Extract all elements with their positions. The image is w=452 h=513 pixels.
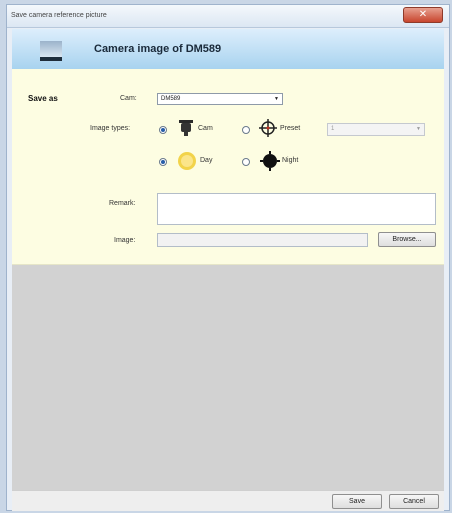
title-bar: Save camera reference picture ✕ [7, 5, 449, 28]
type-preset-label: Preset [280, 125, 301, 132]
image-path-field[interactable] [157, 233, 368, 247]
moon-icon [260, 151, 280, 171]
image-label: Image: [114, 237, 136, 244]
cam-select-value: DM589 [161, 96, 181, 102]
dialog-footer: Save Cancel [12, 490, 444, 511]
cam-select[interactable]: DM589 ▼ [157, 93, 283, 105]
preset-select-value: 1 [331, 126, 335, 132]
form-panel: Save as Cam: DM589 ▼ Image types: Cam Pr… [12, 69, 444, 265]
preview-area [12, 265, 444, 490]
type-preset-radio[interactable] [242, 126, 250, 134]
type-cam-label: Cam [198, 125, 213, 132]
header-title: Camera image of DM589 [94, 43, 222, 55]
day-radio[interactable] [159, 158, 167, 166]
night-radio[interactable] [242, 158, 250, 166]
browse-button[interactable]: Browse... [378, 232, 436, 247]
save-button[interactable]: Save [332, 494, 382, 509]
save-as-label: Save as [28, 94, 58, 103]
day-label: Day [200, 157, 213, 164]
sun-icon [178, 152, 196, 170]
remark-field[interactable] [157, 193, 436, 225]
cam-label: Cam: [120, 95, 137, 102]
landscape-picture-icon [40, 41, 62, 61]
remark-label: Remark: [109, 200, 136, 207]
dialog-window: Save camera reference picture ✕ Camera i… [6, 4, 450, 511]
cancel-button[interactable]: Cancel [389, 494, 439, 509]
type-cam-radio[interactable] [159, 126, 167, 134]
dialog-header: Camera image of DM589 [12, 29, 444, 70]
crosshair-icon [259, 119, 277, 137]
preset-select[interactable]: 1 ▼ [327, 123, 425, 136]
chevron-down-icon: ▼ [274, 96, 279, 102]
chevron-down-icon: ▼ [416, 126, 421, 132]
close-icon: ✕ [418, 9, 428, 20]
camera-icon [179, 120, 193, 136]
image-types-label: Image types: [90, 125, 131, 132]
close-button[interactable]: ✕ [403, 7, 443, 23]
window-title: Save camera reference picture [11, 12, 107, 19]
night-label: Night [282, 157, 299, 164]
